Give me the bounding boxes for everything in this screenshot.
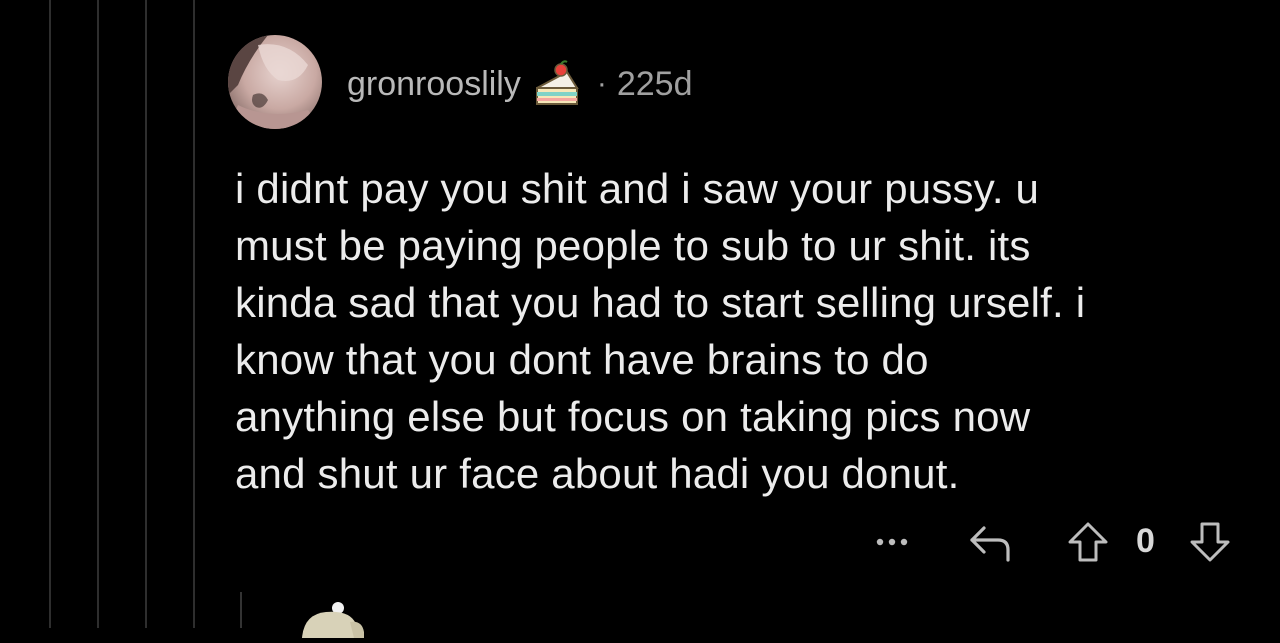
cake-day-icon bbox=[531, 58, 583, 110]
comment: gronrooslily · 225d i didnt pay you shit… bbox=[0, 0, 1280, 638]
comment-body-line: know that you dont have brains to do bbox=[235, 336, 929, 383]
downvote-arrow-icon[interactable] bbox=[1186, 518, 1234, 571]
username[interactable]: gronrooslily bbox=[347, 65, 521, 104]
more-options-icon[interactable] bbox=[872, 526, 912, 563]
comment-body-line: must be paying people to sub to ur shit.… bbox=[235, 222, 1031, 269]
separator-dot: · bbox=[596, 67, 607, 100]
comment-body: i didnt pay you shit and i saw your puss… bbox=[235, 160, 1235, 502]
next-reply-avatar[interactable] bbox=[292, 598, 372, 638]
upvote-arrow-icon[interactable] bbox=[1064, 518, 1112, 571]
comment-body-line: and shut ur face about hadi you donut. bbox=[235, 450, 960, 497]
comment-actions: 0 bbox=[868, 518, 1248, 566]
comment-meta: gronrooslily · 225d bbox=[347, 58, 693, 110]
comment-age[interactable]: 225d bbox=[617, 65, 693, 104]
user-avatar[interactable] bbox=[228, 35, 322, 129]
comment-body-line: i didnt pay you shit and i saw your puss… bbox=[235, 165, 1040, 212]
thread-line[interactable] bbox=[240, 592, 242, 628]
comment-body-line: anything else but focus on taking pics n… bbox=[235, 393, 1031, 440]
reply-icon[interactable] bbox=[964, 518, 1014, 571]
vote-count: 0 bbox=[1136, 522, 1155, 560]
comment-body-line: kinda sad that you had to start selling … bbox=[235, 279, 1086, 326]
